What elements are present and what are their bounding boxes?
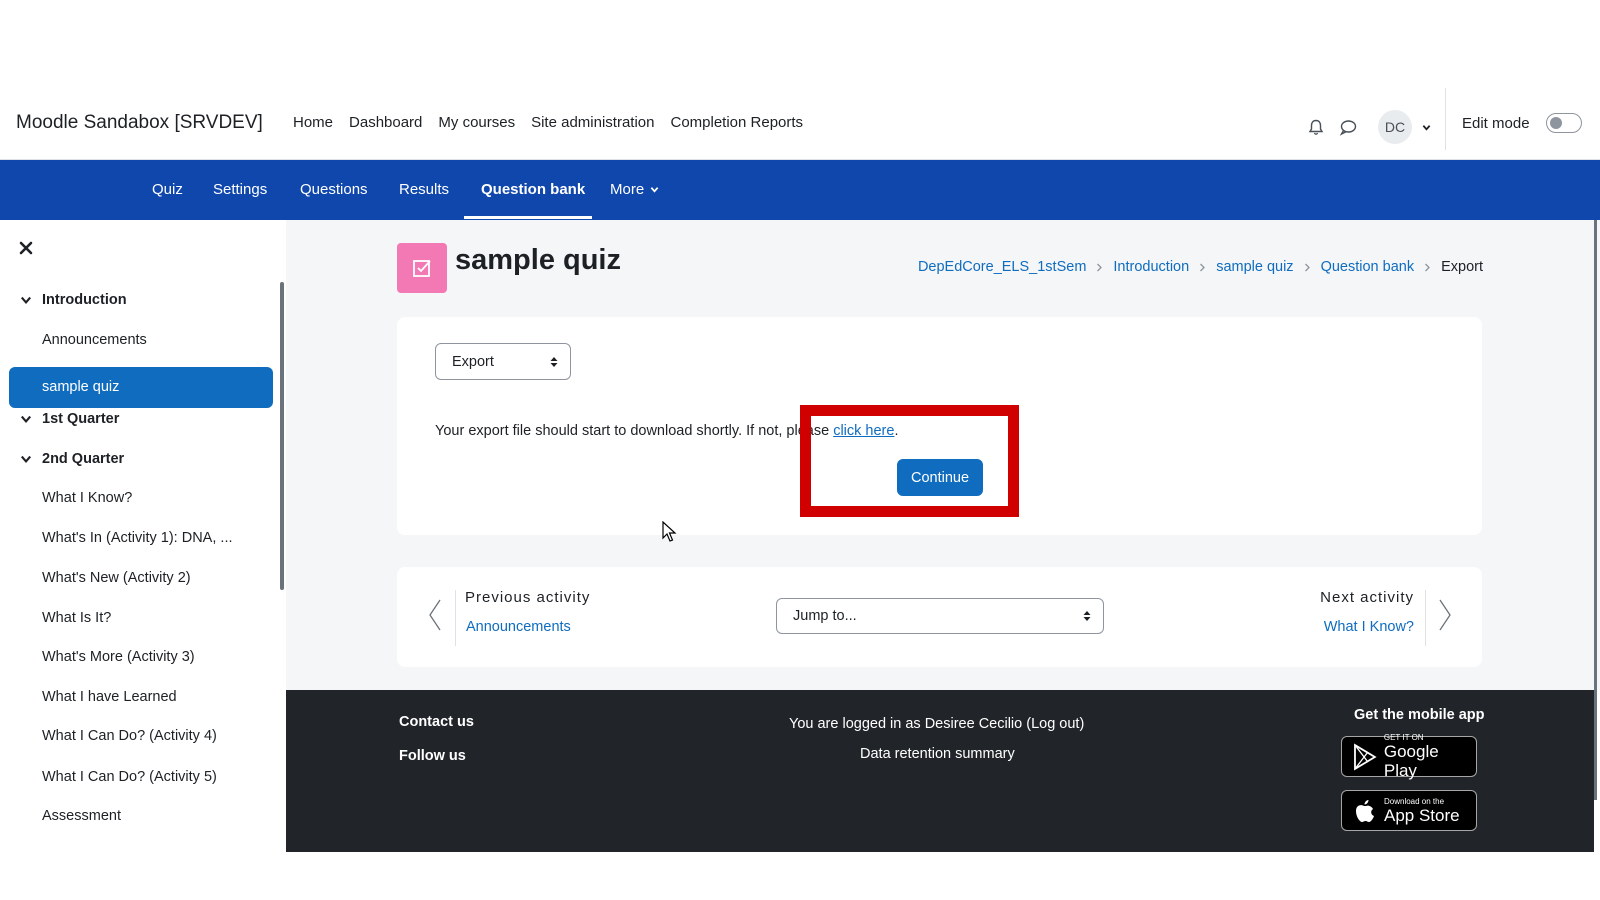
chevron-right-icon xyxy=(1097,263,1103,271)
export-message-text: Your export file should start to downloa… xyxy=(435,423,834,439)
next-activity-link[interactable]: What I Know? xyxy=(1324,619,1414,635)
divider xyxy=(1445,88,1446,150)
google-play-badge[interactable]: GET IT ON Google Play xyxy=(1341,733,1477,780)
chat-icon xyxy=(1339,119,1357,136)
nav-dashboard[interactable]: Dashboard xyxy=(341,114,430,131)
quiz-icon xyxy=(397,243,447,293)
drawer-item[interactable]: Assessment xyxy=(42,808,121,824)
data-retention-link[interactable]: Data retention summary xyxy=(860,746,1015,762)
section-label: 2nd Quarter xyxy=(42,451,125,467)
drawer-item[interactable]: What Is It? xyxy=(42,610,111,626)
bell-icon xyxy=(1308,119,1324,135)
page-scrollbar[interactable] xyxy=(1594,220,1597,800)
next-activity-label: Next activity xyxy=(1320,589,1414,606)
chevron-down-icon xyxy=(20,415,32,424)
chevron-down-icon xyxy=(651,187,659,193)
drawer-item-announcements[interactable]: Announcements xyxy=(42,332,147,348)
divider xyxy=(455,590,456,646)
app-store-small: Download on the xyxy=(1384,796,1445,806)
question-bank-action-select[interactable]: Export xyxy=(435,343,571,380)
tab-more[interactable]: More xyxy=(610,181,659,198)
section-1st-quarter[interactable]: 1st Quarter xyxy=(20,411,119,427)
chevron-left-icon[interactable] xyxy=(427,598,443,632)
drawer-item[interactable]: What I Know? xyxy=(42,490,132,506)
top-navbar: Moodle Sandabox [SRVDEV] Home Dashboard … xyxy=(0,88,1600,160)
chevron-down-icon xyxy=(1422,124,1431,131)
nav-home[interactable]: Home xyxy=(285,114,341,131)
site-brand[interactable]: Moodle Sandabox [SRVDEV] xyxy=(16,112,263,134)
google-play-icon xyxy=(1354,742,1377,771)
tab-results[interactable]: Results xyxy=(399,181,449,198)
messages-button[interactable] xyxy=(1332,112,1364,142)
secondary-navbar: Quiz Settings Questions Results Question… xyxy=(0,160,1600,220)
user-tools: DC xyxy=(1300,110,1431,144)
breadcrumb-current: Export xyxy=(1441,259,1483,275)
google-play-small: GET IT ON xyxy=(1383,733,1424,742)
edit-mode-label: Edit mode xyxy=(1462,114,1530,132)
tab-question-bank[interactable]: Question bank xyxy=(481,181,585,198)
drawer-item[interactable]: What I have Learned xyxy=(42,689,177,705)
breadcrumb-question-bank[interactable]: Question bank xyxy=(1321,259,1415,275)
follow-us-link[interactable]: Follow us xyxy=(399,748,466,764)
select-value: Export xyxy=(452,353,494,370)
edit-mode-toggle[interactable] xyxy=(1545,113,1582,133)
tab-quiz[interactable]: Quiz xyxy=(152,181,183,198)
chevron-right-icon xyxy=(1304,263,1310,271)
tab-questions[interactable]: Questions xyxy=(300,181,368,198)
tab-settings[interactable]: Settings xyxy=(213,181,267,198)
close-icon[interactable] xyxy=(18,240,34,256)
previous-activity-link[interactable]: Announcements xyxy=(466,619,571,635)
app-store-big: App Store xyxy=(1384,805,1460,825)
chevron-down-icon xyxy=(20,296,32,305)
sort-arrows-icon xyxy=(550,356,558,367)
jump-to-select[interactable]: Jump to... xyxy=(776,598,1104,634)
page-title: sample quiz xyxy=(455,244,621,276)
chevron-right-icon xyxy=(1425,263,1430,271)
nav-completion-reports[interactable]: Completion Reports xyxy=(663,114,812,131)
google-play-big: Google Play xyxy=(1383,742,1439,780)
active-tab-indicator xyxy=(464,216,592,219)
page-footer: Contact us Follow us You are logged in a… xyxy=(286,690,1594,852)
drawer-item[interactable]: What I Can Do? (Activity 4) xyxy=(42,728,217,744)
nav-my-courses[interactable]: My courses xyxy=(430,114,523,131)
notifications-button[interactable] xyxy=(1300,112,1332,142)
sort-arrows-icon xyxy=(1083,611,1091,621)
breadcrumb-course[interactable]: DepEdCore_ELS_1stSem xyxy=(918,259,1086,275)
section-label: 1st Quarter xyxy=(42,411,120,427)
breadcrumb-section[interactable]: Introduction xyxy=(1113,259,1189,275)
mobile-app-heading: Get the mobile app xyxy=(1354,707,1485,723)
section-introduction[interactable]: Introduction xyxy=(20,292,127,308)
section-label: Introduction xyxy=(42,292,127,308)
user-menu-toggle[interactable]: DC xyxy=(1378,110,1431,144)
highlight-box xyxy=(800,405,1019,517)
previous-activity-label: Previous activity xyxy=(465,589,591,606)
drawer-item[interactable]: What's New (Activity 2) xyxy=(42,570,191,586)
breadcrumb-activity[interactable]: sample quiz xyxy=(1216,259,1293,275)
primary-nav: Home Dashboard My courses Site administr… xyxy=(285,114,811,131)
app-store-badge[interactable]: Download on the App Store xyxy=(1341,790,1477,831)
mouse-cursor-icon xyxy=(662,521,677,542)
contact-us-link[interactable]: Contact us xyxy=(399,714,474,730)
course-index-drawer: Introduction Announcements sample quiz 1… xyxy=(0,220,286,852)
apple-icon xyxy=(1356,799,1374,822)
avatar: DC xyxy=(1378,110,1412,144)
drawer-scrollbar[interactable] xyxy=(280,282,284,590)
drawer-item[interactable]: What's More (Activity 3) xyxy=(42,649,195,665)
nav-site-administration[interactable]: Site administration xyxy=(523,114,662,131)
drawer-item-sample-quiz[interactable]: sample quiz xyxy=(9,367,273,408)
checkbox-icon xyxy=(413,260,431,277)
breadcrumb: DepEdCore_ELS_1stSem Introduction sample… xyxy=(918,259,1483,275)
chevron-right-icon xyxy=(1200,263,1206,271)
divider xyxy=(1425,590,1426,646)
section-2nd-quarter[interactable]: 2nd Quarter xyxy=(20,451,124,467)
chevron-right-icon[interactable] xyxy=(1437,598,1453,632)
tab-more-label: More xyxy=(610,181,645,198)
edit-mode-switch[interactable]: Edit mode xyxy=(1462,113,1582,133)
drawer-item[interactable]: What's In (Activity 1): DNA, ... xyxy=(42,530,233,546)
drawer-item[interactable]: What I Can Do? (Activity 5) xyxy=(42,769,217,785)
select-value: Jump to... xyxy=(793,608,857,624)
chevron-down-icon xyxy=(20,455,32,464)
logged-in-info[interactable]: You are logged in as Desiree Cecilio (Lo… xyxy=(789,716,1084,732)
